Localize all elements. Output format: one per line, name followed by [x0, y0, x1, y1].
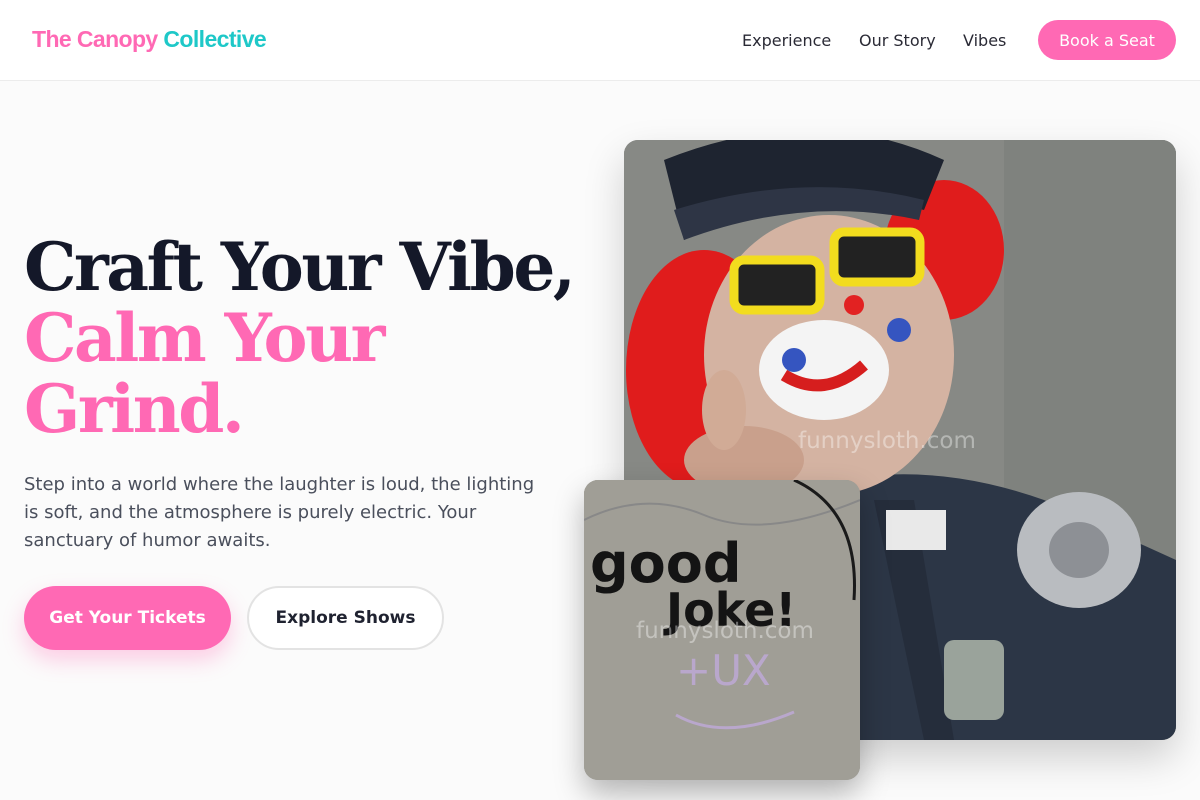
brand-name-part2: Collective	[163, 26, 267, 52]
brand-logo[interactable]: The Canopy Collective	[32, 26, 267, 53]
get-tickets-button[interactable]: Get Your Tickets	[24, 586, 231, 650]
small-photo-watermark: funnysloth.com	[636, 618, 814, 644]
nav-link-vibes[interactable]: Vibes	[963, 31, 1006, 50]
headline-line-3: Grind.	[24, 370, 245, 448]
good-joke-graffiti-photo: good Joke! +UX funnysloth.com	[584, 480, 860, 780]
headline-line-1: Craft Your Vibe,	[24, 228, 576, 306]
brand-name-part1: The Canopy	[32, 26, 158, 52]
graffiti-scrawl: +UX	[676, 646, 771, 695]
explore-shows-button[interactable]: Explore Shows	[247, 586, 444, 650]
main-photo-watermark: funnysloth.com	[798, 428, 976, 454]
hero-description: Step into a world where the laughter is …	[24, 474, 535, 551]
nav-link-our-story[interactable]: Our Story	[859, 31, 936, 50]
hero-headline: Craft Your Vibe, Calm Your Grind.	[24, 228, 576, 448]
headline-line-2: Calm Your	[24, 299, 385, 377]
nav-link-experience[interactable]: Experience	[742, 31, 831, 50]
book-a-seat-button[interactable]: Book a Seat	[1038, 20, 1176, 60]
top-nav: The Canopy Collective Experience Our Sto…	[0, 0, 1200, 81]
